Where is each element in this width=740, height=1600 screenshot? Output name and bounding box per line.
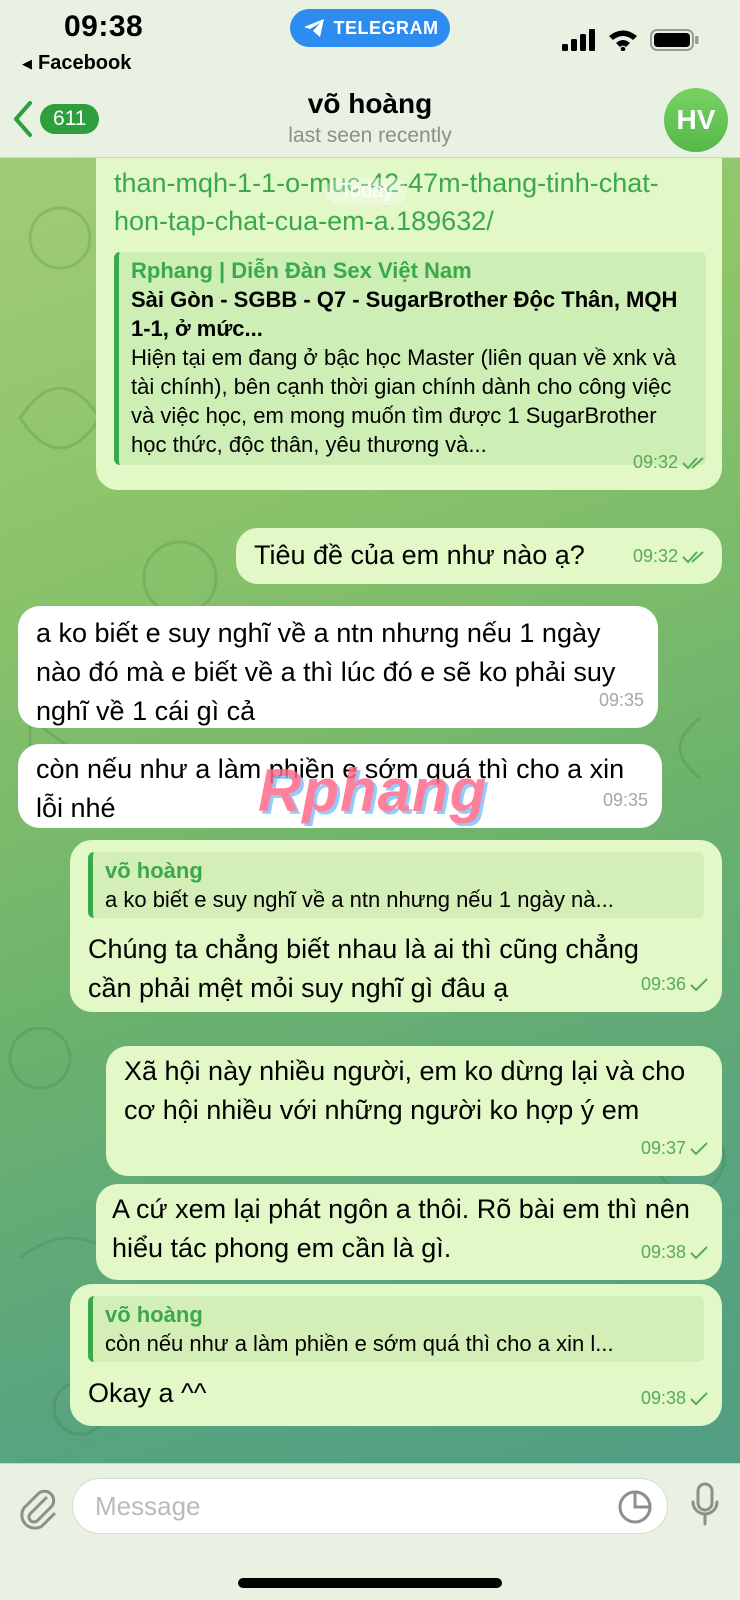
message-meta: 09:32 [633,443,708,482]
wifi-icon [609,30,637,51]
chat-header: 611 võ hoàng last seen recently HV [0,80,740,158]
message-bubble-incoming[interactable]: a ko biết e suy nghĩ về a ntn nhưng nếu … [18,606,658,728]
watermark-logo: Rphang [258,757,488,824]
reply-author: võ hoàng [105,1302,203,1327]
telegram-pill-label: TELEGRAM [333,17,439,38]
message-bubble-outgoing[interactable]: Xã hội này nhiều người, em ko dừng lại v… [106,1046,722,1176]
check-icon [690,1245,708,1259]
sticker-button[interactable] [617,1489,653,1530]
back-triangle-icon: ◀ [22,55,32,71]
status-bar: 09:38 ◀ Facebook TELEGRAM [0,0,740,80]
message-time: 09:35 [602,790,648,810]
reply-quote[interactable]: võ hoàng còn nếu như a làm phiền e sớm q… [88,1296,704,1362]
message-text: Chúng ta chẳng biết nhau là ai thì cũng … [88,934,639,1003]
message-bubble-outgoing[interactable]: Tiêu đề của em như nào ạ? 09:32 [236,528,722,584]
message-meta: 09:38 [641,1233,708,1272]
message-link[interactable]: than-mqh-1-1-o-muc-42-47m-thang-tinh-cha… [114,164,706,240]
message-time: 09:38 [640,1388,686,1408]
message-list[interactable]: than-mqh-1-1-o-muc-42-47m-thang-tinh-cha… [0,158,740,1463]
message-bubble-outgoing[interactable]: A cứ xem lại phát ngôn a thôi. Rõ bài em… [96,1184,722,1280]
chat-status: last seen recently [288,124,452,147]
message-bubble-outgoing-reply[interactable]: võ hoàng a ko biết e suy nghĩ về a ntn n… [70,840,722,1012]
message-time: 09:32 [632,546,678,566]
message-input[interactable] [73,1479,593,1533]
link-preview[interactable]: Rphang | Diễn Đàn Sex Việt Nam Sài Gòn -… [114,252,706,465]
date-badge: Today [326,178,408,205]
message-text: Tiêu đề của em như nào ạ? [254,540,585,570]
back-app-label: Facebook [38,52,132,74]
telegram-icon [303,19,324,37]
message-bubble-outgoing-reply[interactable]: võ hoàng còn nếu như a làm phiền e sớm q… [70,1284,722,1426]
check-icon [690,1141,708,1155]
reply-author: võ hoàng [105,858,203,883]
message-meta: 09:35 [599,681,644,720]
message-text: Okay a ^^ [88,1378,207,1408]
preview-site: Rphang | Diễn Đàn Sex Việt Nam [131,258,472,283]
sticker-icon [618,1490,652,1524]
home-indicator[interactable] [238,1578,502,1588]
reply-text: a ko biết e suy nghĩ về a ntn nhưng nếu … [105,887,614,912]
message-time: 09:37 [640,1138,686,1158]
chat-title[interactable]: võ hoàng [0,88,740,120]
reply-quote[interactable]: võ hoàng a ko biết e suy nghĩ về a ntn n… [88,852,704,918]
avatar[interactable]: HV [664,88,728,152]
reply-text: còn nếu như a làm phiền e sớm quá thì ch… [105,1331,614,1356]
attach-icon [20,1489,56,1530]
preview-description: Hiện tại em đang ở bậc học Master (liên … [131,345,677,457]
message-text: a ko biết e suy nghĩ về a ntn nhưng nếu … [36,618,616,726]
message-time: 09:36 [640,974,686,994]
message-text: A cứ xem lại phát ngôn a thôi. Rõ bài em… [112,1194,690,1263]
check-icon [690,977,708,991]
message-time: 09:35 [598,690,644,710]
system-icons [562,28,700,52]
double-check-icon [682,550,704,563]
mic-icon [691,1482,719,1526]
attach-button[interactable] [16,1484,58,1535]
message-time: 09:38 [640,1242,686,1262]
message-bubble-link[interactable]: than-mqh-1-1-o-muc-42-47m-thang-tinh-cha… [96,158,722,490]
signal-icon [562,29,595,51]
message-meta: 09:32 [633,537,708,576]
message-meta: 09:38 [641,1379,708,1418]
preview-title: Sài Gòn - SGBB - Q7 - SugarBrother Độc T… [131,287,678,341]
message-text: Xã hội này nhiều người, em ko dừng lại v… [124,1056,686,1125]
message-time: 09:32 [632,452,678,472]
clock: 09:38 [64,10,144,43]
telegram-pill[interactable]: TELEGRAM [290,9,450,47]
message-meta: 09:36 [641,965,708,1004]
double-check-icon [682,456,704,469]
back-to-app-link[interactable]: ◀ Facebook [22,52,131,75]
message-meta: 09:35 [603,781,648,820]
message-input-field[interactable] [72,1478,668,1534]
battery-icon [650,29,699,51]
check-icon [690,1391,708,1405]
message-meta: 09:37 [641,1129,708,1168]
voice-button[interactable] [690,1482,720,1531]
